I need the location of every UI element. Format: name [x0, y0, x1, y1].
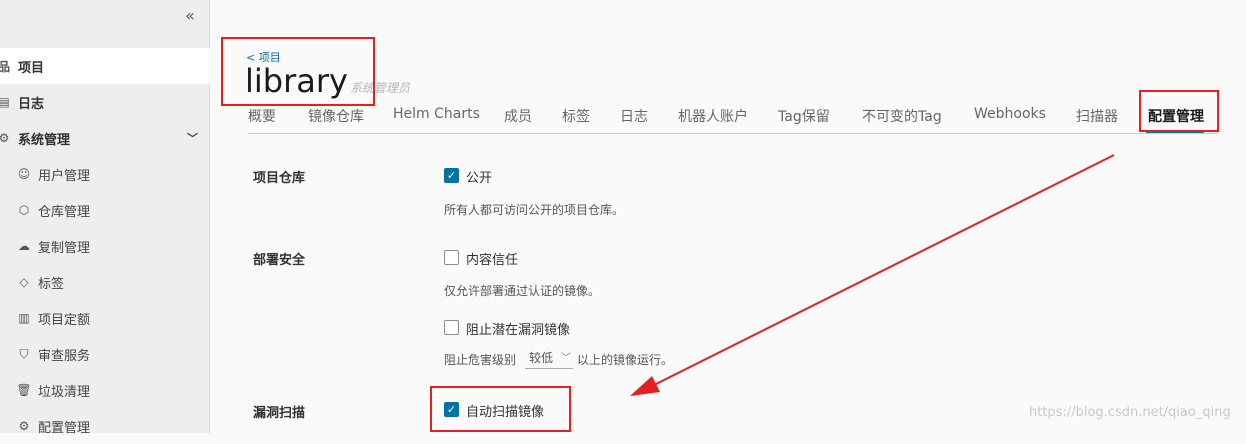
annotation-arrow [630, 154, 1115, 396]
watermark-text: https://blog.csdn.net/qiao_qing [1029, 405, 1231, 420]
